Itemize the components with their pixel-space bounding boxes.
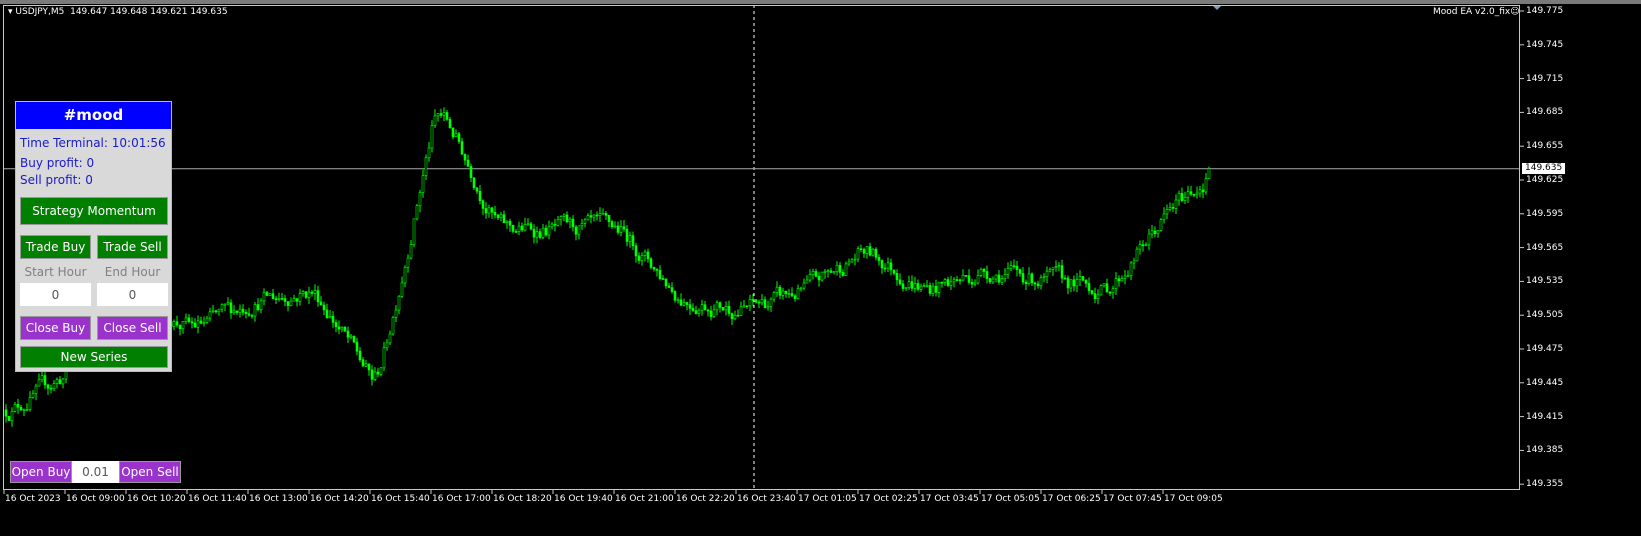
symbol-ohlc: USDJPY,M5 149.647 149.648 149.621 149.63… — [15, 7, 228, 17]
end-hour-input[interactable] — [97, 283, 168, 306]
ea-label[interactable]: Mood EA v2.0_fix☺ — [1433, 7, 1520, 17]
price-tick: 149.745 — [1526, 39, 1564, 50]
price-tick: 149.535 — [1526, 276, 1564, 287]
symbol-info[interactable]: ▾ USDJPY,M5 149.647 149.648 149.621 149.… — [8, 7, 228, 17]
mood-panel: #mood Time Terminal: 10:01:56 Buy profit… — [15, 101, 172, 372]
time-tick: 16 Oct 10:20 — [127, 494, 186, 504]
lot-size-input[interactable] — [72, 461, 119, 483]
price-tick: 149.505 — [1526, 310, 1564, 321]
price-tick: 149.475 — [1526, 344, 1564, 354]
time-tick: 16 Oct 13:00 — [249, 494, 308, 504]
buy-profit: Buy profit: 0 — [20, 156, 95, 170]
time-tick: 17 Oct 07:45 — [1103, 494, 1162, 504]
open-sell-button[interactable]: Open Sell — [119, 461, 181, 483]
time-tick: 16 Oct 21:00 — [615, 494, 674, 504]
sell-profit: Sell profit: 0 — [20, 173, 93, 187]
close-sell-button[interactable]: Close Sell — [97, 316, 168, 340]
time-tick: 16 Oct 11:40 — [188, 494, 247, 504]
time-terminal: Time Terminal: 10:01:56 — [20, 136, 166, 150]
trade-sell-button[interactable]: Trade Sell — [97, 235, 168, 259]
price-tick: 149.625 — [1526, 175, 1564, 185]
price-tick: 149.595 — [1526, 208, 1564, 219]
time-tick: 16 Oct 17:00 — [432, 494, 491, 504]
start-hour-label: Start Hour — [24, 265, 87, 279]
time-tick: 17 Oct 09:05 — [1164, 494, 1223, 504]
time-tick: 16 Oct 2023 — [5, 494, 61, 504]
price-tick: 149.355 — [1526, 479, 1564, 490]
time-tick: 16 Oct 14:20 — [310, 494, 369, 504]
time-tick: 17 Oct 03:45 — [920, 494, 979, 504]
time-tick: 16 Oct 19:40 — [554, 494, 613, 504]
time-tick: 17 Oct 01:05 — [798, 494, 857, 504]
dropdown-triangle-icon[interactable]: ▾ — [8, 7, 13, 17]
price-tick: 149.565 — [1526, 242, 1564, 253]
current-price-label: 149.635 — [1522, 163, 1566, 174]
time-tick: 17 Oct 02:25 — [859, 494, 918, 504]
price-tick: 149.715 — [1526, 73, 1564, 84]
open-buy-button[interactable]: Open Buy — [10, 461, 72, 483]
price-tick: 149.415 — [1526, 411, 1564, 422]
new-series-button[interactable]: New Series — [20, 346, 168, 368]
end-hour-label: End Hour — [104, 265, 161, 279]
close-buy-button[interactable]: Close Buy — [20, 316, 91, 340]
smiley-icon: ☺ — [1510, 7, 1520, 17]
ea-name: Mood EA v2.0_fix — [1433, 7, 1511, 17]
panel-title[interactable]: #mood — [16, 102, 171, 129]
price-tick: 149.445 — [1526, 377, 1564, 388]
time-tick: 17 Oct 05:05 — [981, 494, 1040, 504]
time-tick: 17 Oct 06:25 — [1042, 494, 1101, 504]
time-tick: 16 Oct 18:20 — [493, 494, 552, 504]
price-tick: 149.685 — [1526, 107, 1564, 118]
chart-frame — [3, 5, 1520, 490]
time-tick: 16 Oct 15:40 — [371, 494, 430, 504]
time-tick: 16 Oct 23:40 — [737, 494, 796, 504]
price-tick: 149.655 — [1526, 141, 1564, 152]
start-hour-input[interactable] — [20, 283, 91, 306]
trade-buy-button[interactable]: Trade Buy — [20, 235, 91, 259]
time-tick: 16 Oct 22:20 — [676, 494, 735, 504]
price-tick: 149.775 — [1526, 6, 1564, 16]
price-tick: 149.385 — [1526, 445, 1564, 456]
strategy-momentum-button[interactable]: Strategy Momentum — [20, 197, 168, 225]
time-tick: 16 Oct 09:00 — [66, 494, 125, 504]
